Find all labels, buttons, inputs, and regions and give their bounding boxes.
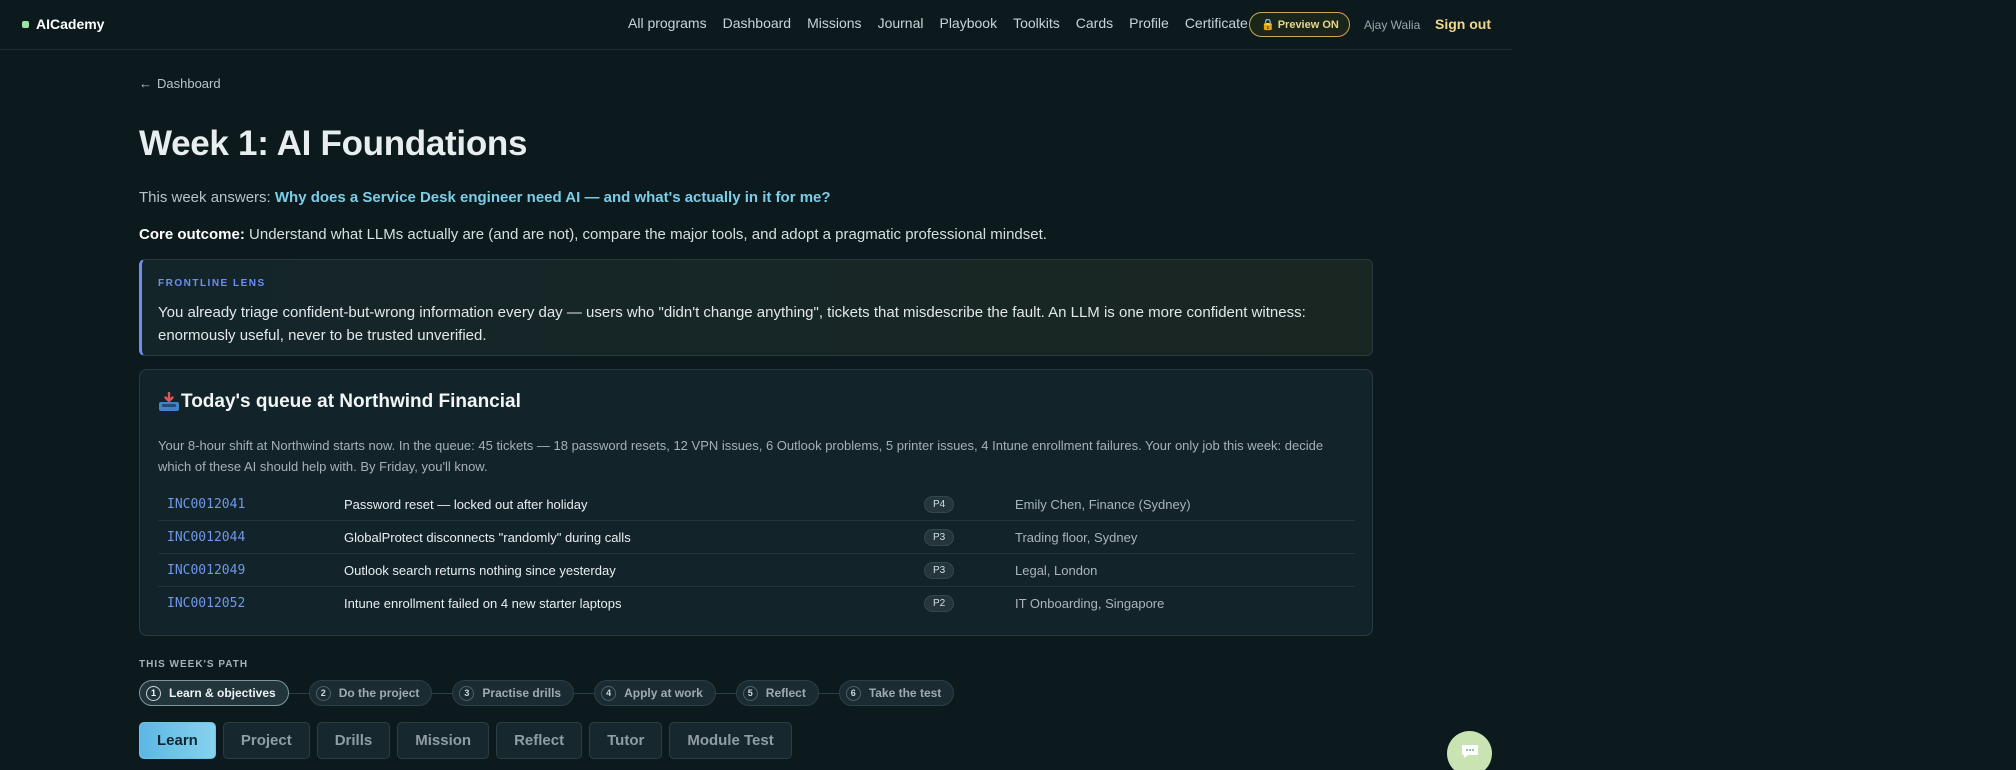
tab-learn[interactable]: Learn [139, 722, 216, 759]
step-label: Apply at work [624, 686, 703, 700]
chat-bubble-icon [1461, 743, 1479, 764]
nav-missions[interactable]: Missions [807, 15, 861, 31]
queue-card: Today's queue at Northwind Financial You… [139, 369, 1373, 636]
preview-toggle[interactable]: 🔒 Preview ON [1249, 12, 1350, 37]
inbox-tray-icon [158, 391, 180, 412]
brand-dot-icon [22, 20, 29, 28]
tab-module-test[interactable]: Module Test [669, 722, 792, 759]
priority-badge: P3 [924, 561, 955, 579]
nav-all-programs[interactable]: All programs [628, 15, 707, 31]
page-title: Week 1: AI Foundations [139, 124, 528, 163]
tab-project[interactable]: Project [222, 722, 310, 759]
priority-badge: P2 [924, 595, 955, 612]
signout-link[interactable]: Sign out [1435, 16, 1491, 32]
path-step-reflect[interactable]: 5 Reflect [735, 680, 819, 706]
path-step-learn[interactable]: 1 Learn & objectives [139, 680, 289, 706]
preview-label: Preview ON [1277, 18, 1339, 31]
ticket-id[interactable]: INC0012052 [167, 596, 245, 611]
answers-question: Why does a Service Desk engineer need AI… [274, 189, 831, 206]
ticket-requester: Trading floor, Sydney [1015, 529, 1138, 545]
arrow-left-icon: ← [139, 76, 152, 91]
priority-badge: P4 [924, 495, 955, 513]
ticket-id[interactable]: INC0012049 [167, 563, 245, 578]
module-tabs: Learn Project Drills Mission Reflect Tut… [139, 722, 792, 759]
step-connector [288, 692, 309, 694]
ticket-requester: Emily Chen, Finance (Sydney) [1015, 496, 1191, 512]
nav-toolkits[interactable]: Toolkits [1013, 15, 1060, 31]
nav-profile[interactable]: Profile [1129, 15, 1169, 31]
step-label: Reflect [765, 686, 806, 700]
path-step-test[interactable]: 6 Take the test [838, 680, 955, 706]
step-number: 4 [601, 685, 617, 701]
user-name: Ajay Walia [1364, 18, 1421, 32]
frontline-lens-callout: FRONTLINE LENS You already triage confid… [139, 259, 1373, 356]
nav-playbook[interactable]: Playbook [939, 15, 997, 31]
nav-cards[interactable]: Cards [1076, 15, 1113, 31]
queue-description: Your 8-hour shift at Northwind starts no… [158, 438, 1324, 474]
path-label: THIS WEEK'S PATH [139, 659, 249, 670]
nav-journal[interactable]: Journal [878, 15, 924, 31]
priority-badge: P3 [924, 528, 955, 546]
core-outcome: Core outcome: Understand what LLMs actua… [139, 226, 1047, 243]
step-connector [432, 692, 453, 694]
nav-dashboard[interactable]: Dashboard [723, 15, 792, 31]
outcome-text: Understand what LLMs actually are (and a… [249, 226, 1047, 243]
ticket-id[interactable]: INC0012041 [167, 497, 245, 512]
step-label: Do the project [338, 686, 420, 700]
nav-certificate[interactable]: Certificate [1185, 15, 1248, 31]
chat-button[interactable] [1447, 731, 1492, 770]
step-number: 1 [146, 685, 161, 701]
outcome-label: Core outcome: [139, 226, 245, 243]
step-connector [715, 692, 736, 694]
queue-title-row: Today's queue at Northwind Financial [158, 391, 521, 413]
step-number: 3 [459, 685, 475, 701]
brand-logo[interactable]: AICademy [22, 16, 104, 32]
tab-reflect[interactable]: Reflect [496, 722, 583, 759]
back-link[interactable]: ← Dashboard [139, 76, 221, 91]
lens-label: FRONTLINE LENS [158, 278, 266, 289]
ticket-row[interactable]: INC0012052 Intune enrollment failed on 4… [158, 587, 1355, 620]
lock-icon: 🔒 [1261, 19, 1275, 31]
ticket-summary: Outlook search returns nothing since yes… [344, 562, 616, 578]
week-answers: This week answers: Why does a Service De… [139, 189, 831, 206]
step-number: 5 [742, 685, 758, 701]
brand-name: AICademy [36, 16, 105, 32]
ticket-row[interactable]: INC0012041 Password reset — locked out a… [158, 488, 1355, 521]
ticket-row[interactable]: INC0012044 GlobalProtect disconnects "ra… [158, 521, 1355, 554]
answers-prefix: This week answers: [139, 189, 271, 206]
step-connector [574, 692, 595, 694]
ticket-table: INC0012041 Password reset — locked out a… [158, 488, 1355, 620]
ticket-row[interactable]: INC0012049 Outlook search returns nothin… [158, 554, 1355, 587]
step-number: 6 [845, 685, 861, 701]
ticket-summary: GlobalProtect disconnects "randomly" dur… [344, 529, 631, 545]
tab-tutor[interactable]: Tutor [589, 722, 663, 759]
ticket-id[interactable]: INC0012044 [167, 530, 245, 545]
back-link-label: Dashboard [157, 76, 221, 91]
ticket-summary: Intune enrollment failed on 4 new starte… [344, 596, 622, 611]
step-connector [818, 692, 839, 694]
step-number: 2 [315, 685, 331, 701]
step-label: Practise drills [482, 686, 562, 700]
tab-mission[interactable]: Mission [397, 722, 490, 759]
ticket-requester: IT Onboarding, Singapore [1015, 596, 1165, 611]
lens-text: You already triage confident-but-wrong i… [158, 304, 1306, 344]
step-label: Learn & objectives [169, 686, 276, 700]
path-step-project[interactable]: 2 Do the project [308, 680, 433, 706]
top-navbar: AICademy All programs Dashboard Missions… [0, 0, 1512, 50]
tab-drills[interactable]: Drills [316, 722, 391, 759]
step-label: Take the test [868, 686, 942, 700]
ticket-requester: Legal, London [1015, 562, 1098, 578]
queue-title: Today's queue at Northwind Financial [181, 391, 521, 412]
ticket-summary: Password reset — locked out after holida… [344, 496, 588, 512]
main-nav: All programs Dashboard Missions Journal … [628, 15, 1264, 31]
path-step-drills[interactable]: 3 Practise drills [452, 680, 575, 706]
week-path-stepper: 1 Learn & objectives 2 Do the project 3 … [139, 680, 955, 706]
path-step-apply[interactable]: 4 Apply at work [594, 680, 716, 706]
